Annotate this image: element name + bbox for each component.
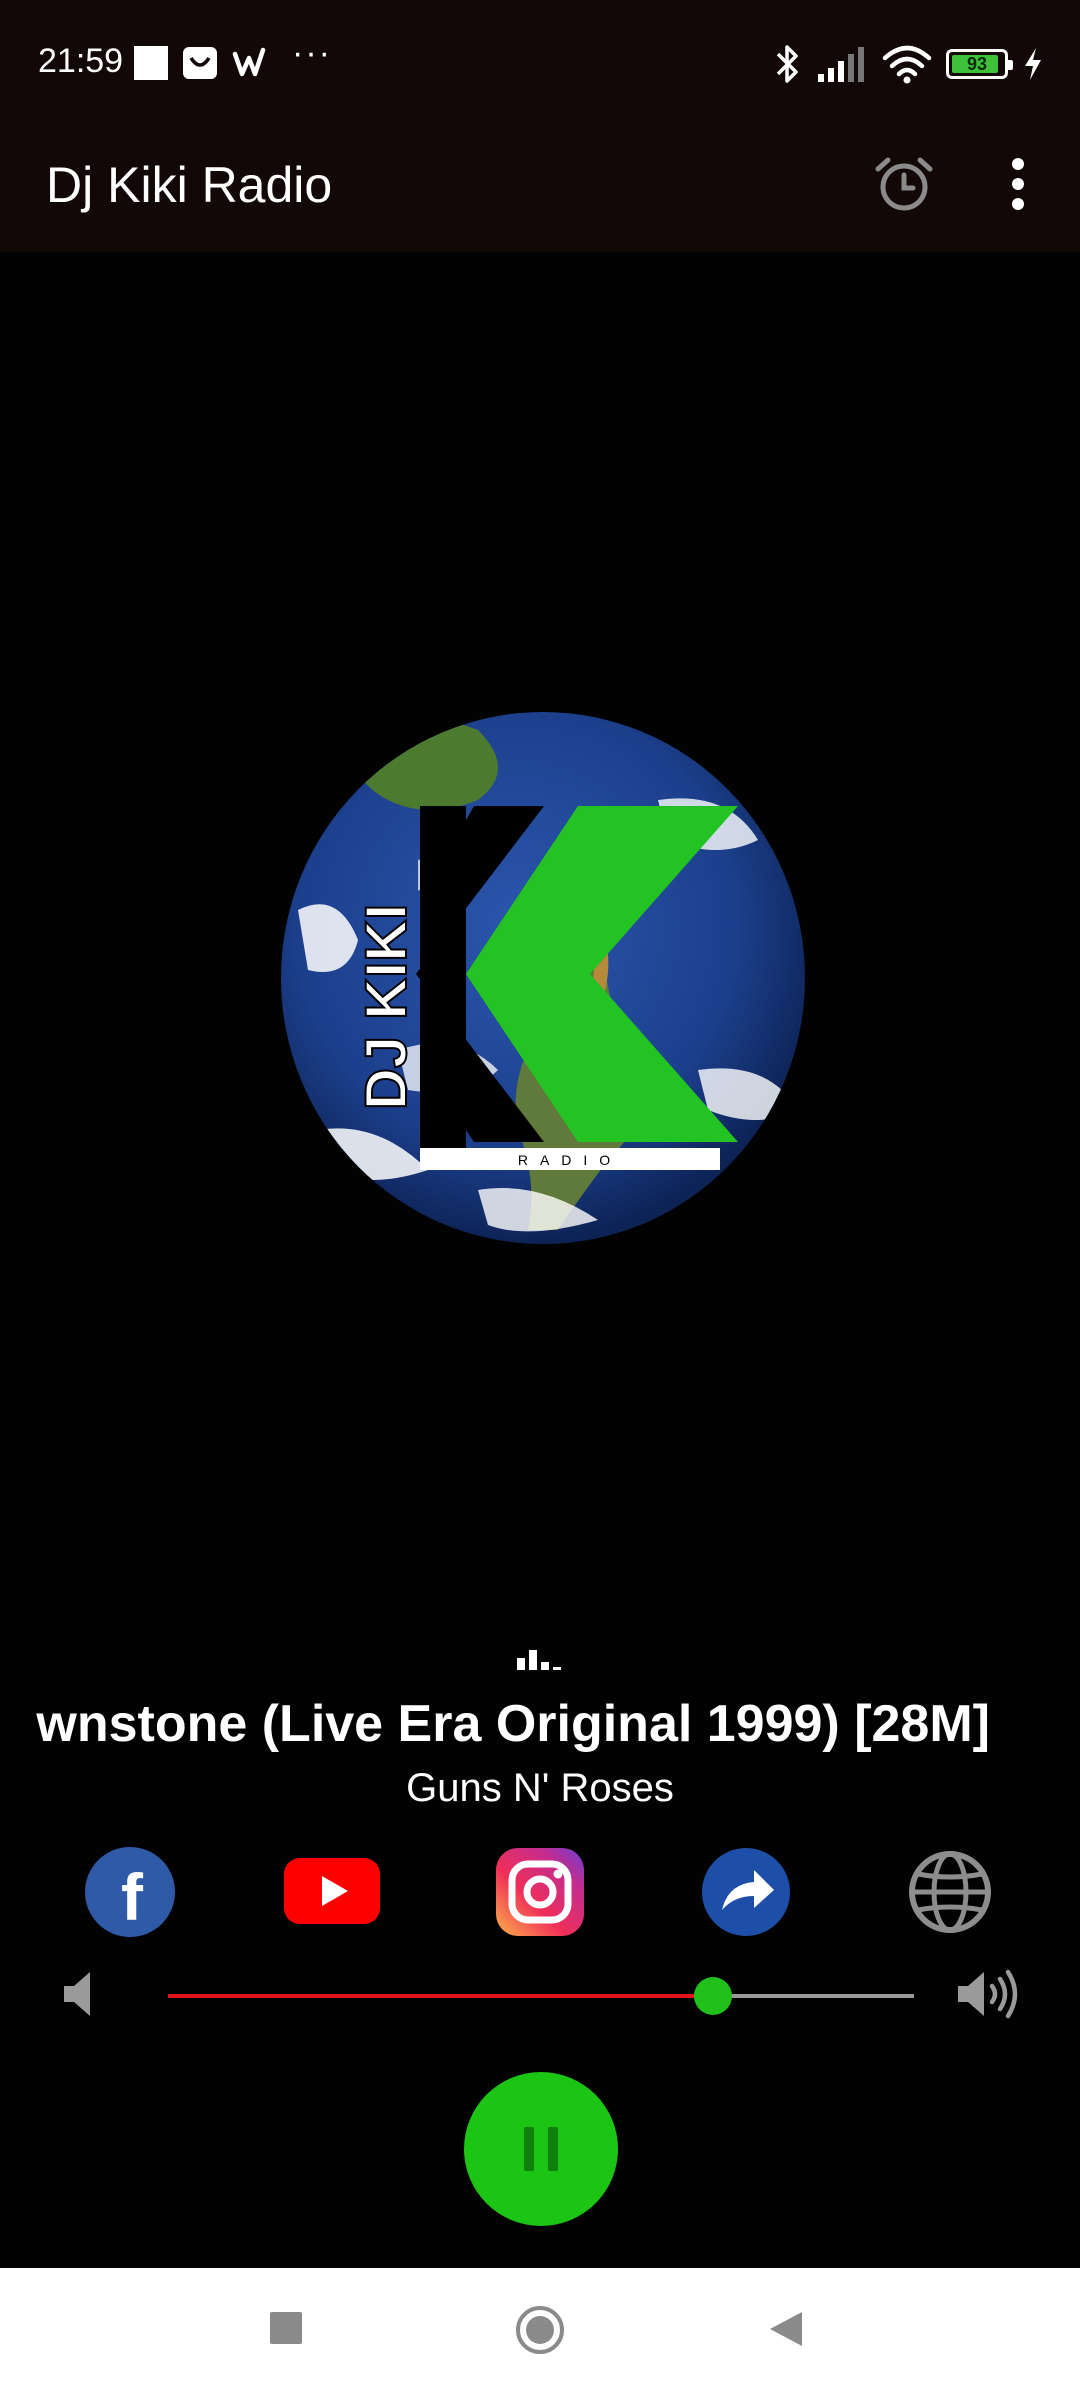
- signal-icon: [818, 47, 864, 82]
- charging-bolt-icon: [1025, 48, 1041, 80]
- battery-icon: 93: [946, 49, 1013, 79]
- status-time: 21:59: [38, 42, 124, 80]
- recents-square-icon[interactable]: [268, 2310, 304, 2346]
- instagram-icon[interactable]: [492, 1844, 588, 1940]
- volume-slider[interactable]: [168, 1976, 914, 2016]
- share-icon[interactable]: [698, 1844, 794, 1940]
- track-title-text: wnstone (Live Era Original 1999) [28M]: [36, 1695, 990, 1753]
- wifi-icon: [882, 45, 932, 84]
- pause-button[interactable]: [464, 2072, 618, 2226]
- track-artist: Guns N' Roses: [406, 1766, 674, 1810]
- earth-logo-image: DJ KIKI RADIO: [281, 712, 805, 1244]
- system-nav-bar: [0, 2268, 1080, 2400]
- notification-square-icon: [134, 46, 168, 80]
- track-title: wnstone (Live Era Original 1999) [28M]: [0, 1690, 1080, 1760]
- alarm-clock-icon[interactable]: [872, 152, 936, 216]
- home-circle-icon[interactable]: [514, 2304, 566, 2356]
- status-right-icons: 93: [774, 40, 1044, 88]
- volume-high-icon[interactable]: [956, 1966, 1022, 2022]
- more-vert-icon[interactable]: [990, 152, 1046, 216]
- logo-side-text: DJ KIKI: [354, 904, 419, 1110]
- logo-bottom-text: RADIO: [518, 1152, 622, 1168]
- battery-cap: [1008, 60, 1013, 70]
- back-triangle-icon[interactable]: [768, 2310, 804, 2348]
- globe-icon[interactable]: [902, 1844, 998, 1940]
- volume-low-icon[interactable]: [60, 1966, 100, 2022]
- battery-level: 93: [966, 53, 988, 74]
- screen: 21:59 ··· 93 Dj Kiki Radio DJ KIKI RADIO…: [0, 0, 1080, 2400]
- w-app-icon: [232, 47, 266, 77]
- shopping-bag-icon: [183, 47, 217, 79]
- facebook-glyph: f: [121, 1860, 144, 1934]
- bluetooth-icon: [776, 45, 798, 83]
- facebook-icon[interactable]: f: [82, 1844, 178, 1940]
- pause-icon-bar: [548, 2127, 558, 2171]
- equalizer-icon: [517, 1650, 561, 1670]
- youtube-icon[interactable]: [284, 1844, 380, 1940]
- status-bar: 21:59 ··· 93: [0, 0, 1080, 128]
- volume-fill: [168, 1994, 713, 1998]
- pause-icon: [524, 2127, 534, 2171]
- more-notifications: ···: [292, 34, 332, 72]
- app-bar: Dj Kiki Radio: [0, 128, 1080, 252]
- app-title: Dj Kiki Radio: [46, 157, 333, 213]
- station-logo: DJ KIKI RADIO: [278, 710, 808, 1250]
- volume-thumb[interactable]: [693, 1977, 732, 2015]
